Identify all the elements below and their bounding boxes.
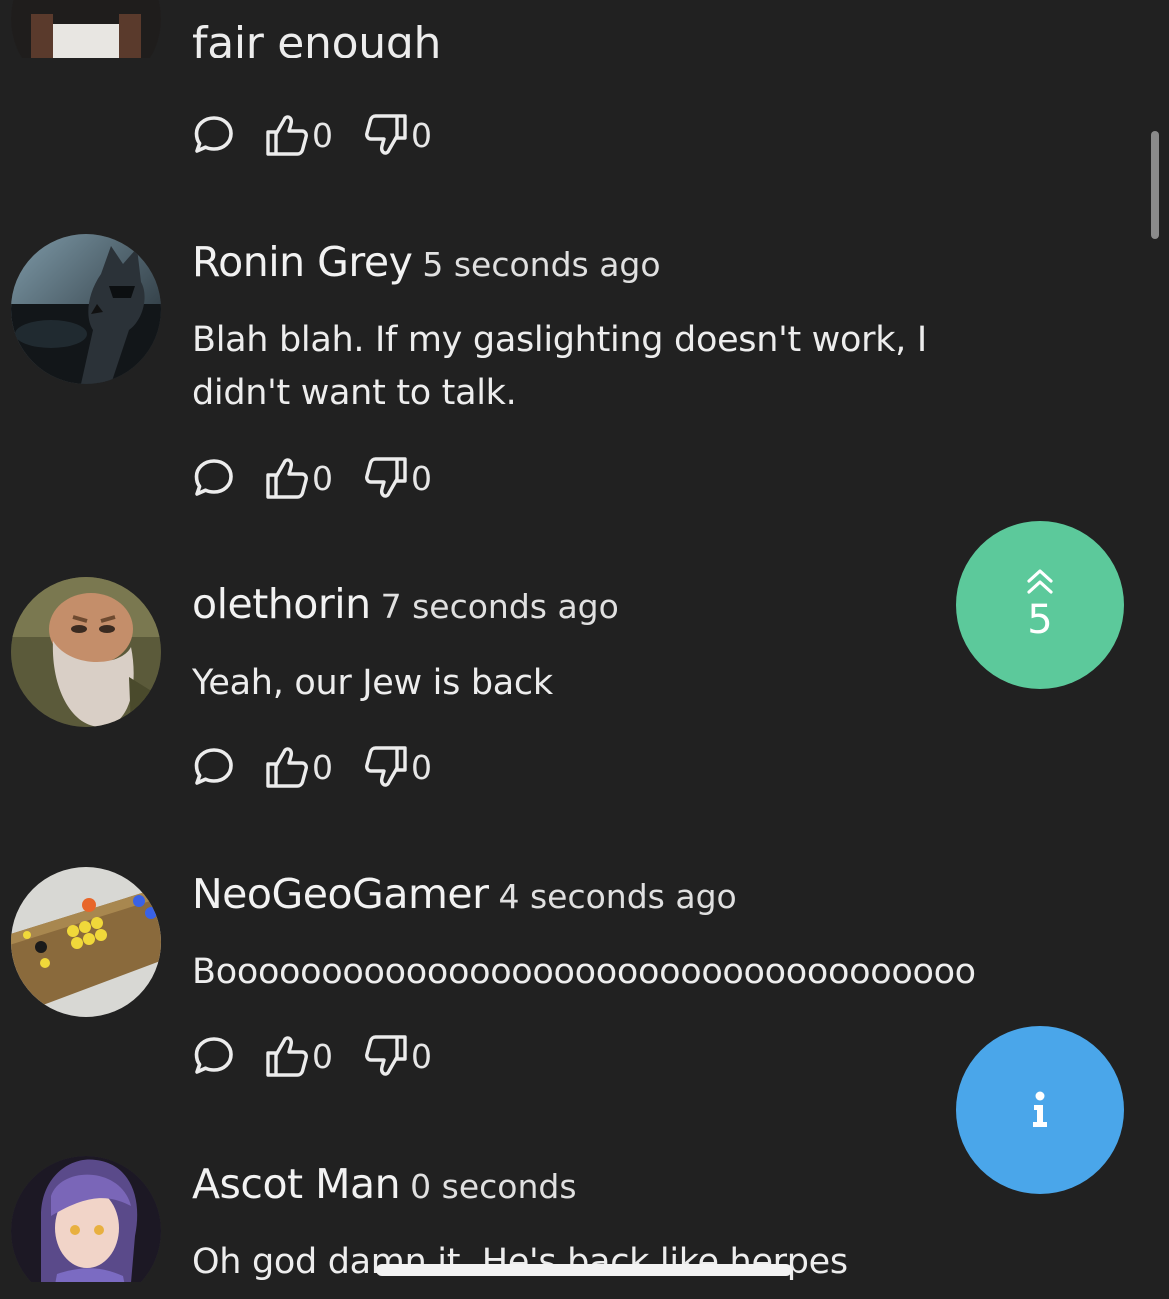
avatar-image [11, 1156, 161, 1282]
author-name[interactable]: Ascot Man [192, 1160, 401, 1208]
comments-page: fair enough 0 0 Ronin Grey 5 seconds ago… [0, 0, 1169, 1299]
author-line: Ascot Man 0 seconds [192, 1160, 577, 1208]
scrollbar-thumb[interactable] [1151, 131, 1159, 239]
info-icon [1033, 1091, 1047, 1127]
home-indicator-bar[interactable] [376, 1264, 792, 1276]
timestamp: 0 seconds [410, 1167, 577, 1206]
avatar[interactable] [11, 1156, 161, 1282]
info-button[interactable] [956, 1026, 1124, 1194]
new-comments-button[interactable]: 5 [956, 521, 1124, 689]
new-comments-count: 5 [1027, 597, 1053, 643]
chevron-double-up-icon [1027, 569, 1053, 594]
